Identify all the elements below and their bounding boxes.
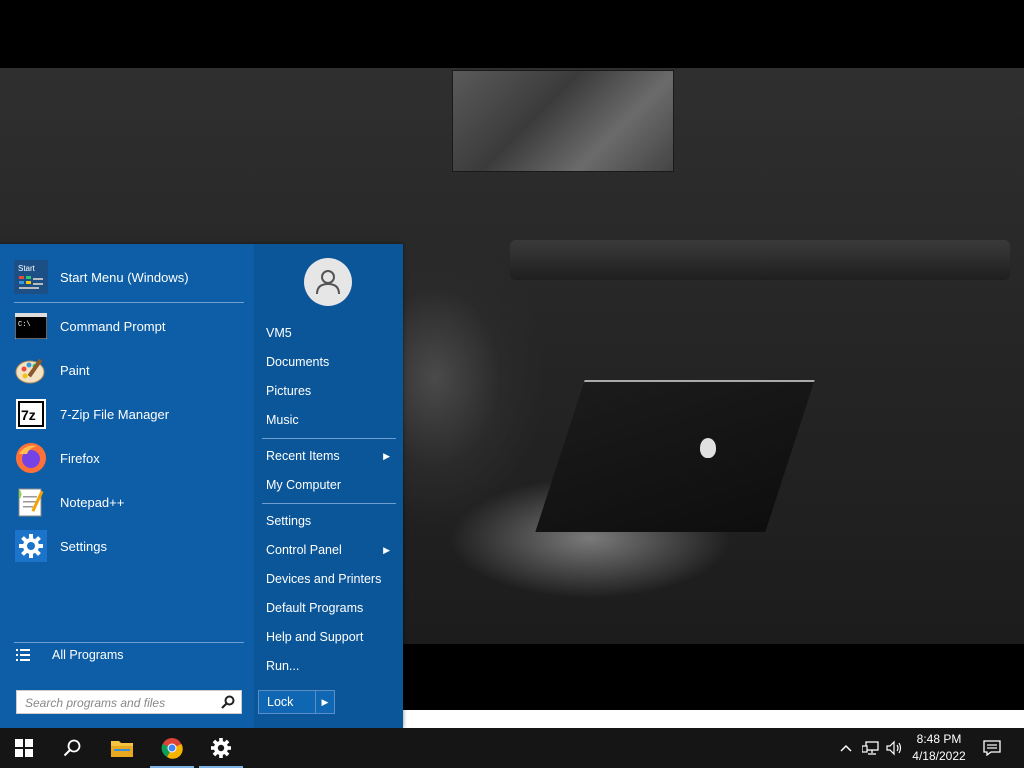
program-label: Notepad++ bbox=[60, 494, 125, 510]
firefox-icon bbox=[14, 441, 48, 475]
program-label: Command Prompt bbox=[60, 318, 166, 334]
places-my-computer[interactable]: My Computer bbox=[266, 474, 394, 496]
program-label: Settings bbox=[60, 538, 107, 554]
settings-icon bbox=[14, 529, 48, 563]
wallpaper-painting bbox=[452, 70, 674, 172]
program-label: Firefox bbox=[60, 450, 100, 466]
program-settings[interactable]: Settings bbox=[14, 526, 246, 566]
program-label: 7-Zip File Manager bbox=[60, 406, 170, 422]
chevron-right-icon: ▶ bbox=[383, 545, 390, 555]
search-icon bbox=[63, 739, 81, 757]
chevron-right-icon: ▶ bbox=[321, 696, 329, 707]
file-explorer-icon bbox=[111, 741, 133, 757]
network-icon bbox=[862, 741, 879, 755]
list-icon bbox=[16, 649, 30, 661]
taskbar-chrome[interactable] bbox=[148, 728, 196, 768]
user-avatar[interactable] bbox=[304, 258, 352, 306]
network-tray-button[interactable] bbox=[861, 738, 881, 758]
desktop-background bbox=[403, 644, 1024, 710]
taskbar-clock[interactable]: 8:48 PM 4/18/2022 bbox=[906, 731, 972, 765]
search-icon[interactable] bbox=[221, 695, 235, 714]
clock-time: 8:48 PM bbox=[916, 732, 962, 746]
background-window-strip bbox=[403, 710, 1024, 728]
show-hidden-icons-button[interactable] bbox=[838, 738, 854, 758]
search-box bbox=[16, 690, 242, 714]
notification-icon bbox=[983, 740, 1001, 756]
program-7zip[interactable]: 7z 7-Zip File Manager bbox=[14, 394, 246, 434]
start-menu-programs-pane: Start Start Menu (Windows) C:\ Command P… bbox=[0, 244, 254, 728]
places-help-support[interactable]: Help and Support bbox=[266, 626, 394, 648]
start-menu-icon: Start bbox=[14, 260, 48, 294]
start-button[interactable] bbox=[0, 728, 48, 768]
clock-date: 4/18/2022 bbox=[912, 749, 966, 763]
user-icon bbox=[316, 270, 340, 295]
program-notepadpp[interactable]: Notepad++ bbox=[14, 482, 246, 522]
taskbar-file-explorer[interactable] bbox=[98, 728, 146, 768]
separator bbox=[14, 642, 244, 643]
lock-button[interactable]: Lock bbox=[258, 690, 316, 714]
taskbar-search-button[interactable] bbox=[48, 728, 96, 768]
svg-text:7z: 7z bbox=[21, 407, 36, 423]
places-pictures[interactable]: Pictures bbox=[266, 380, 394, 402]
chrome-icon bbox=[161, 738, 183, 759]
places-default-programs[interactable]: Default Programs bbox=[266, 597, 394, 619]
program-label: Paint bbox=[60, 362, 90, 378]
places-control-panel[interactable]: Control Panel ▶ bbox=[266, 539, 394, 561]
paint-icon bbox=[14, 353, 48, 387]
program-label: Start Menu (Windows) bbox=[60, 269, 189, 285]
notepadpp-icon bbox=[14, 485, 48, 519]
places-run[interactable]: Run... bbox=[266, 655, 394, 677]
wallpaper-couch bbox=[510, 240, 1010, 280]
svg-text:Start: Start bbox=[18, 264, 36, 273]
program-paint[interactable]: Paint bbox=[14, 350, 246, 390]
volume-icon bbox=[886, 740, 902, 756]
volume-tray-button[interactable] bbox=[885, 738, 905, 758]
chevron-right-icon: ▶ bbox=[383, 451, 390, 461]
control-panel-label: Control Panel bbox=[266, 543, 342, 557]
taskbar-settings[interactable] bbox=[197, 728, 245, 768]
taskbar: 8:48 PM 4/18/2022 bbox=[0, 728, 1024, 768]
places-settings[interactable]: Settings bbox=[266, 510, 394, 532]
places-music[interactable]: Music bbox=[266, 409, 394, 431]
places-user[interactable]: VM5 bbox=[266, 322, 394, 344]
recent-items-label: Recent Items bbox=[266, 449, 340, 463]
separator bbox=[262, 438, 396, 439]
settings-gear-icon bbox=[211, 738, 231, 758]
program-firefox[interactable]: Firefox bbox=[14, 438, 246, 478]
program-command-prompt[interactable]: C:\ Command Prompt bbox=[14, 306, 246, 346]
separator bbox=[14, 302, 244, 303]
all-programs-label: All Programs bbox=[52, 648, 124, 662]
command-prompt-icon: C:\ bbox=[14, 309, 48, 343]
places-devices-printers[interactable]: Devices and Printers bbox=[266, 568, 394, 590]
start-menu: Start Start Menu (Windows) C:\ Command P… bbox=[0, 244, 403, 728]
chevron-up-icon bbox=[840, 744, 852, 752]
svg-text:C:\: C:\ bbox=[18, 321, 31, 329]
search-input[interactable] bbox=[23, 692, 217, 714]
windows-start-icon bbox=[15, 739, 33, 757]
7zip-icon: 7z bbox=[14, 397, 48, 431]
program-start-menu-windows[interactable]: Start Start Menu (Windows) bbox=[14, 257, 246, 297]
places-documents[interactable]: Documents bbox=[266, 351, 394, 373]
power-options-button[interactable]: ▶ bbox=[315, 690, 335, 714]
places-recent-items[interactable]: Recent Items ▶ bbox=[266, 445, 394, 467]
action-center-button[interactable] bbox=[980, 738, 1004, 758]
separator bbox=[262, 503, 396, 504]
all-programs-button[interactable]: All Programs bbox=[16, 648, 124, 662]
apple-logo-icon bbox=[700, 438, 716, 458]
